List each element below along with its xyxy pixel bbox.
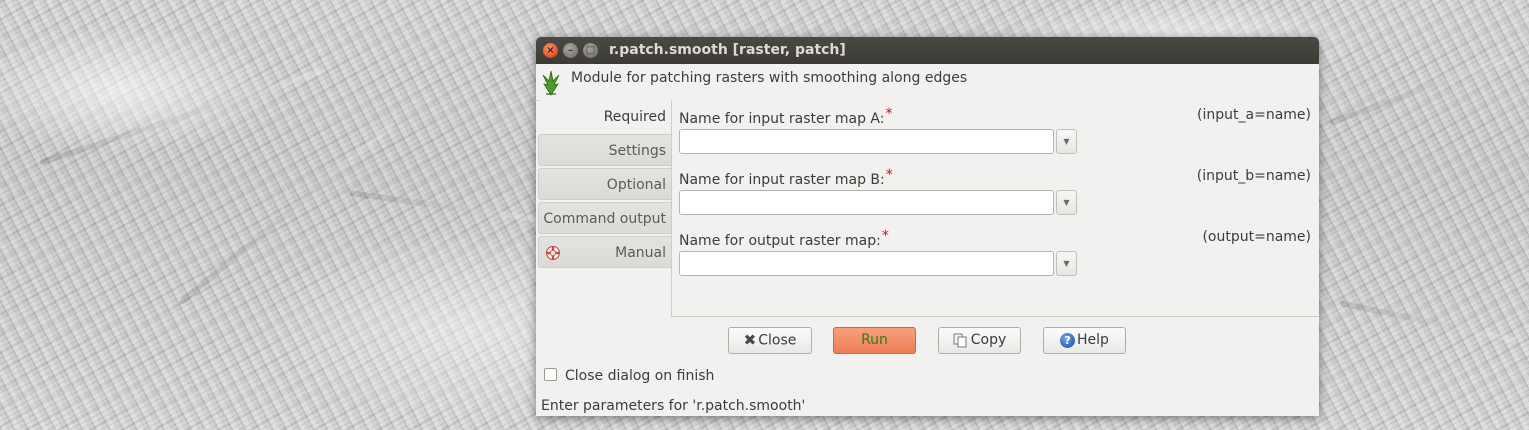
input-a-field[interactable] [679,129,1054,154]
tab-label: Command output [543,211,666,227]
window-minimize-icon[interactable]: – [563,43,578,58]
param-label-input-b: Name for input raster map B:* [679,167,893,188]
input-b-dropdown-button[interactable]: ▼ [1056,190,1077,215]
tab-settings[interactable]: Settings [538,134,672,166]
titlebar[interactable]: × – □ r.patch.smooth [raster, patch] [536,37,1319,64]
close-button[interactable]: ✖ Close [728,327,812,354]
required-mark: * [885,167,893,183]
help-button[interactable]: ? Help [1043,327,1126,354]
tab-command-output[interactable]: Command output [538,202,672,234]
close-button-label: Close [758,332,797,349]
close-on-finish-label: Close dialog on finish [565,368,715,384]
close-on-finish-checkbox[interactable] [544,368,557,381]
lifebuoy-icon [546,246,560,260]
copy-button[interactable]: Copy [938,327,1021,354]
param-key-output: (output=name) [1202,229,1311,245]
status-bar: Enter parameters for 'r.patch.smooth' [536,393,1319,416]
chevron-down-icon: ▼ [1063,137,1070,146]
chevron-down-icon: ▼ [1063,259,1070,268]
required-panel: Name for input raster map A:* (input_a=n… [671,100,1319,317]
window-title: r.patch.smooth [raster, patch] [609,42,846,58]
tab-label: Manual [615,245,666,261]
close-on-finish-row[interactable]: Close dialog on finish [544,368,714,384]
window-maximize-icon[interactable]: □ [583,43,598,58]
help-icon: ? [1060,332,1076,348]
tab-bar: Required Settings Optional Command outpu… [538,100,672,270]
tab-label: Optional [606,177,666,193]
tab-label: Settings [608,143,666,159]
param-label-input-a: Name for input raster map A:* [679,106,893,127]
input-a-dropdown-button[interactable]: ▼ [1056,129,1077,154]
run-button[interactable]: Run [833,327,916,354]
tab-optional[interactable]: Optional [538,168,672,200]
required-mark: * [885,106,893,122]
chevron-down-icon: ▼ [1063,198,1070,207]
param-label-output: Name for output raster map:* [679,228,889,249]
tab-required[interactable]: Required [538,100,672,132]
param-key-input-a: (input_a=name) [1197,107,1311,123]
run-button-label: Run [861,332,888,348]
copy-button-label: Copy [970,332,1007,348]
status-text: Enter parameters for 'r.patch.smooth' [541,398,806,414]
output-field[interactable] [679,251,1054,276]
close-x-icon: ✖ [743,331,757,349]
module-description-bar: Module for patching rasters with smoothi… [536,64,1319,101]
tab-manual[interactable]: Manual [538,236,672,268]
output-dropdown-button[interactable]: ▼ [1056,251,1077,276]
required-mark: * [881,228,889,244]
help-button-label: Help [1077,332,1109,348]
tab-label: Required [603,109,666,125]
dialog-window: × – □ r.patch.smooth [raster, patch] Mod… [536,37,1319,416]
copy-icon [953,333,967,347]
grass-logo-icon [542,70,560,96]
param-key-input-b: (input_b=name) [1196,168,1311,184]
input-b-field[interactable] [679,190,1054,215]
module-description: Module for patching rasters with smoothi… [571,70,968,86]
window-close-icon[interactable]: × [543,43,558,58]
